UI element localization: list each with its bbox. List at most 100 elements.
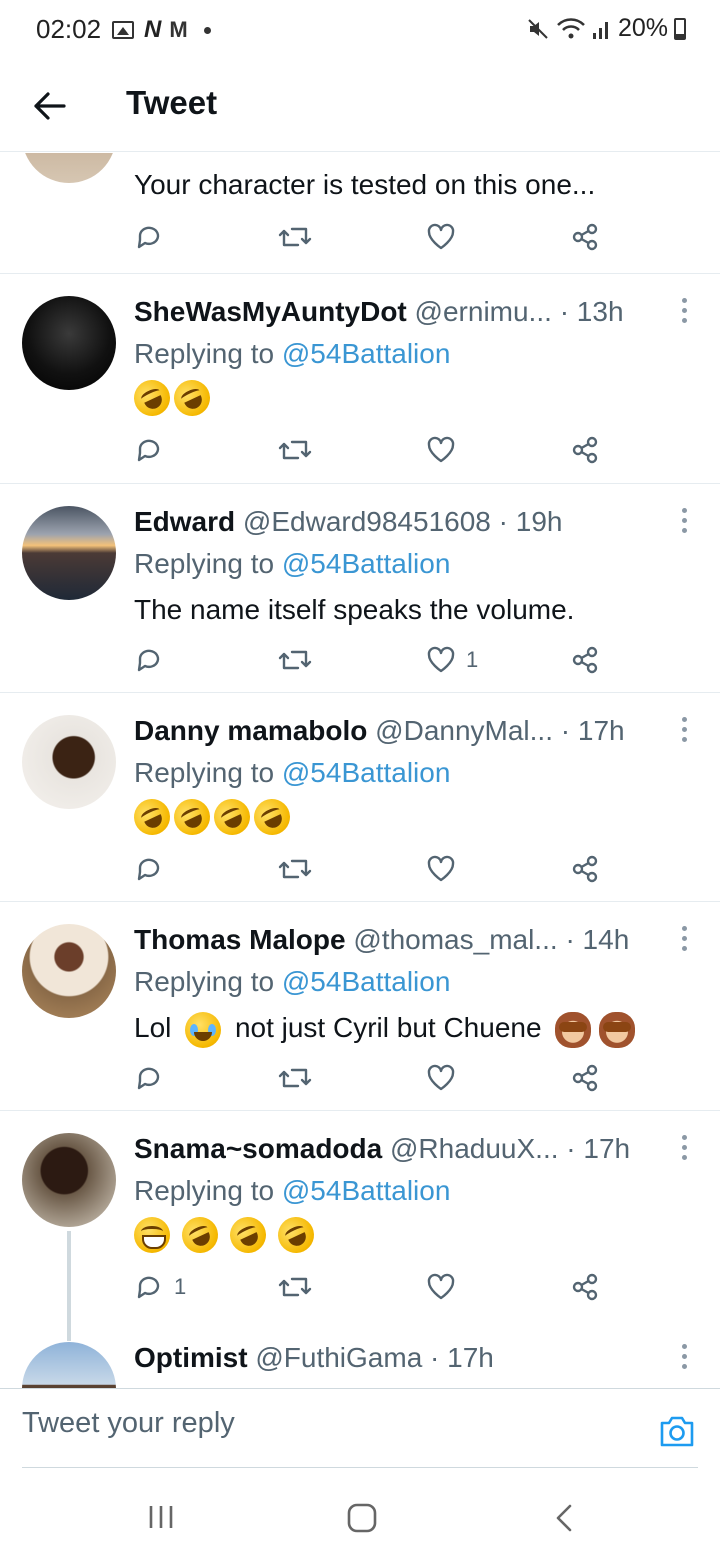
recent-apps-icon — [149, 1506, 173, 1528]
avatar[interactable] — [22, 506, 116, 600]
replying-to-link[interactable]: @54Battalion — [282, 757, 451, 788]
avatar[interactable] — [22, 1342, 116, 1388]
user-handle[interactable]: @RhaduuX... — [390, 1133, 559, 1164]
share-button[interactable] — [570, 1060, 600, 1096]
user-handle[interactable]: @ernimu... — [415, 296, 552, 327]
avatar[interactable] — [22, 715, 116, 809]
like-button[interactable]: 1 — [426, 642, 478, 678]
tweet[interactable]: Optimist @FuthiGama · 17h — [0, 1320, 720, 1388]
display-name[interactable]: Danny mamabolo — [134, 715, 367, 746]
heart-icon — [426, 1063, 456, 1093]
retweet-button[interactable] — [278, 1060, 312, 1096]
reply-button[interactable] — [134, 642, 174, 678]
share-button[interactable] — [570, 642, 600, 678]
display-name[interactable]: Snama~somadoda — [134, 1133, 382, 1164]
tweet[interactable]: SheWasMyAuntyDot @ernimu... · 13h Replyi… — [0, 274, 720, 484]
reply-icon — [134, 222, 164, 252]
tweet-emojis — [134, 1211, 320, 1259]
separator: · — [565, 924, 575, 955]
tweet-header: Thomas Malope @thomas_mal... · 14h — [134, 922, 660, 958]
retweet-button[interactable] — [278, 432, 312, 468]
retweet-button[interactable] — [278, 642, 312, 678]
home-icon — [347, 1503, 377, 1533]
separator: · — [566, 1133, 576, 1164]
more-options-button[interactable] — [676, 926, 692, 954]
share-button[interactable] — [570, 851, 600, 887]
timestamp: 17h — [447, 1342, 494, 1373]
tweet[interactable]: Danny mamabolo @DannyMal... · 17h Replyi… — [0, 693, 720, 902]
heart-icon — [426, 222, 456, 252]
replying-to-link[interactable]: @54Battalion — [282, 966, 451, 997]
more-options-button[interactable] — [676, 298, 692, 326]
separator: · — [498, 506, 508, 537]
replying-to-link[interactable]: @54Battalion — [282, 338, 451, 369]
wifi-icon — [557, 17, 585, 38]
replying-to-link[interactable]: @54Battalion — [282, 1175, 451, 1206]
avatar[interactable] — [22, 153, 116, 183]
avatar[interactable] — [22, 1133, 116, 1227]
display-name[interactable]: SheWasMyAuntyDot — [134, 296, 407, 327]
reply-icon — [134, 645, 164, 675]
more-options-button[interactable] — [676, 1135, 692, 1163]
like-button[interactable] — [426, 432, 466, 468]
replying-to: Replying to @54Battalion — [134, 1173, 450, 1209]
system-back-icon — [556, 1504, 572, 1532]
like-button[interactable] — [426, 219, 456, 255]
retweet-button[interactable] — [278, 851, 312, 887]
avatar[interactable] — [22, 924, 116, 1018]
more-options-button[interactable] — [676, 1344, 692, 1372]
display-name[interactable]: Thomas Malope — [134, 924, 346, 955]
rofl-emoji-icon — [168, 374, 216, 422]
reply-button[interactable] — [134, 851, 174, 887]
replying-label: Replying to — [134, 966, 275, 997]
tweet[interactable]: Edward @Edward98451608 · 19h Replying to… — [0, 484, 720, 693]
reply-button[interactable] — [134, 432, 174, 468]
rofl-emoji-icon — [168, 793, 216, 841]
tweet-header: Optimist @FuthiGama · 17h — [134, 1340, 660, 1376]
tweet[interactable]: Thomas Malope @thomas_mal... · 14h Reply… — [0, 902, 720, 1111]
like-button[interactable] — [426, 1269, 466, 1305]
user-handle[interactable]: @thomas_mal... — [353, 924, 557, 955]
tweet-partial[interactable]: Your character is tested on this one... — [0, 153, 720, 274]
retweet-button[interactable] — [278, 1269, 312, 1305]
tweet-header: Edward @Edward98451608 · 19h — [134, 504, 660, 540]
user-handle[interactable]: @FuthiGama — [255, 1342, 422, 1373]
app-header: Tweet — [0, 60, 720, 152]
share-button[interactable] — [570, 1269, 600, 1305]
reply-button[interactable] — [134, 219, 164, 255]
share-button[interactable] — [570, 432, 600, 468]
share-button[interactable] — [570, 219, 600, 255]
more-options-button[interactable] — [676, 717, 692, 745]
reply-icon — [134, 854, 164, 884]
reply-feed: Your character is tested on this one... … — [0, 153, 720, 1388]
reply-button[interactable] — [134, 1060, 174, 1096]
more-options-button[interactable] — [676, 508, 692, 536]
gmail-notification-icon: M — [169, 17, 188, 42]
replying-to-link[interactable]: @54Battalion — [282, 548, 451, 579]
replying-label: Replying to — [134, 757, 275, 788]
reply-button[interactable]: 1 — [134, 1269, 186, 1305]
replying-to: Replying to @54Battalion — [134, 546, 450, 582]
display-name[interactable]: Edward — [134, 506, 235, 537]
user-handle[interactable]: @DannyMal... — [375, 715, 553, 746]
share-icon — [570, 1272, 600, 1302]
like-button[interactable] — [426, 851, 466, 887]
recent-apps-button[interactable] — [146, 1502, 176, 1537]
tweet-header: Snama~somadoda @RhaduuX... · 17h — [134, 1131, 660, 1167]
rofl-emoji-icon — [248, 793, 296, 841]
rofl-emoji-icon — [224, 1211, 272, 1259]
system-back-button[interactable] — [552, 1502, 578, 1539]
avatar[interactable] — [22, 296, 116, 390]
retweet-icon — [278, 1063, 312, 1093]
back-button[interactable] — [30, 86, 70, 126]
camera-button[interactable] — [658, 1413, 696, 1449]
home-button[interactable] — [346, 1502, 378, 1539]
battery-percent: 20% — [617, 14, 668, 42]
reply-input[interactable]: Tweet your reply — [22, 1407, 235, 1440]
tweet[interactable]: Snama~somadoda @RhaduuX... · 17h Replyin… — [0, 1111, 720, 1341]
display-name[interactable]: Optimist — [134, 1342, 248, 1373]
like-button[interactable] — [426, 1060, 466, 1096]
user-handle[interactable]: @Edward98451608 — [243, 506, 491, 537]
reply-icon — [134, 1063, 164, 1093]
retweet-button[interactable] — [278, 219, 312, 255]
